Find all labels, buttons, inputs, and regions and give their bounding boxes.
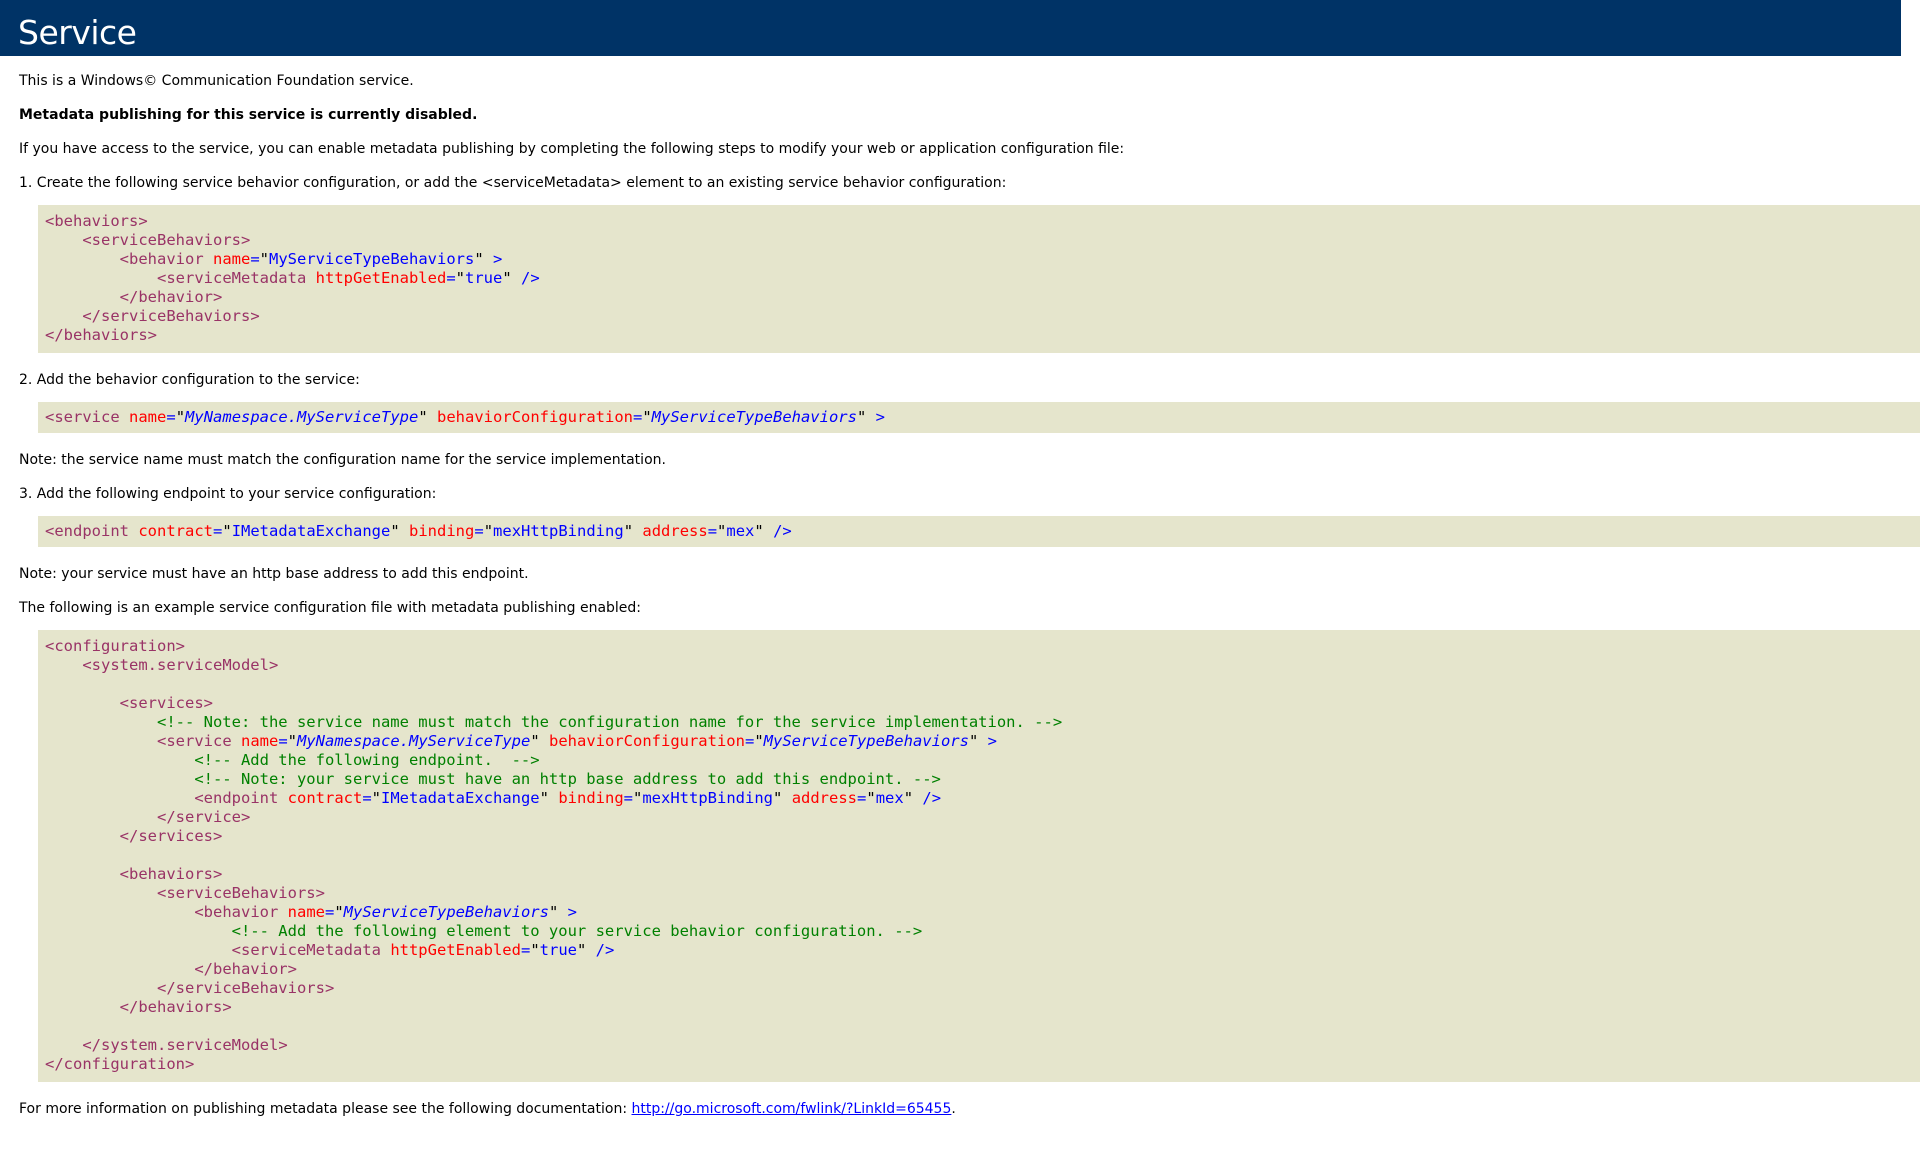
step-3-text: 3. Add the following endpoint to your se… (19, 486, 437, 502)
intro-text: This is a Windows© Communication Foundat… (19, 73, 414, 89)
page-content: This is a Windows© Communication Foundat… (0, 56, 1920, 1120)
behavior-config-code: <behaviors> <serviceBehaviors> <behavior… (38, 205, 1920, 353)
footer-text: For more information on publishing metad… (19, 1098, 1920, 1120)
documentation-link[interactable]: http://go.microsoft.com/fwlink/?LinkId=6… (632, 1101, 952, 1117)
step-1-text: 1. Create the following service behavior… (19, 175, 1007, 191)
footer-period: . (951, 1101, 956, 1117)
example-intro-text: The following is an example service conf… (19, 600, 642, 616)
step-2-text: 2. Add the behavior configuration to the… (19, 372, 360, 388)
note-base-address: Note: your service must have an http bas… (19, 566, 529, 582)
service-config-code: <service name="MyNamespace.MyServiceType… (38, 402, 1920, 433)
example-config-code: <configuration> <system.serviceModel> <s… (38, 630, 1920, 1082)
disabled-notice: Metadata publishing for this service is … (19, 107, 478, 123)
footer-label: For more information on publishing metad… (19, 1101, 632, 1117)
endpoint-config-code: <endpoint contract="IMetadataExchange" b… (38, 516, 1920, 547)
note-service-name: Note: the service name must match the co… (19, 452, 666, 468)
instructions-text: If you have access to the service, you c… (19, 141, 1125, 157)
page-title: Service (0, 0, 1901, 56)
